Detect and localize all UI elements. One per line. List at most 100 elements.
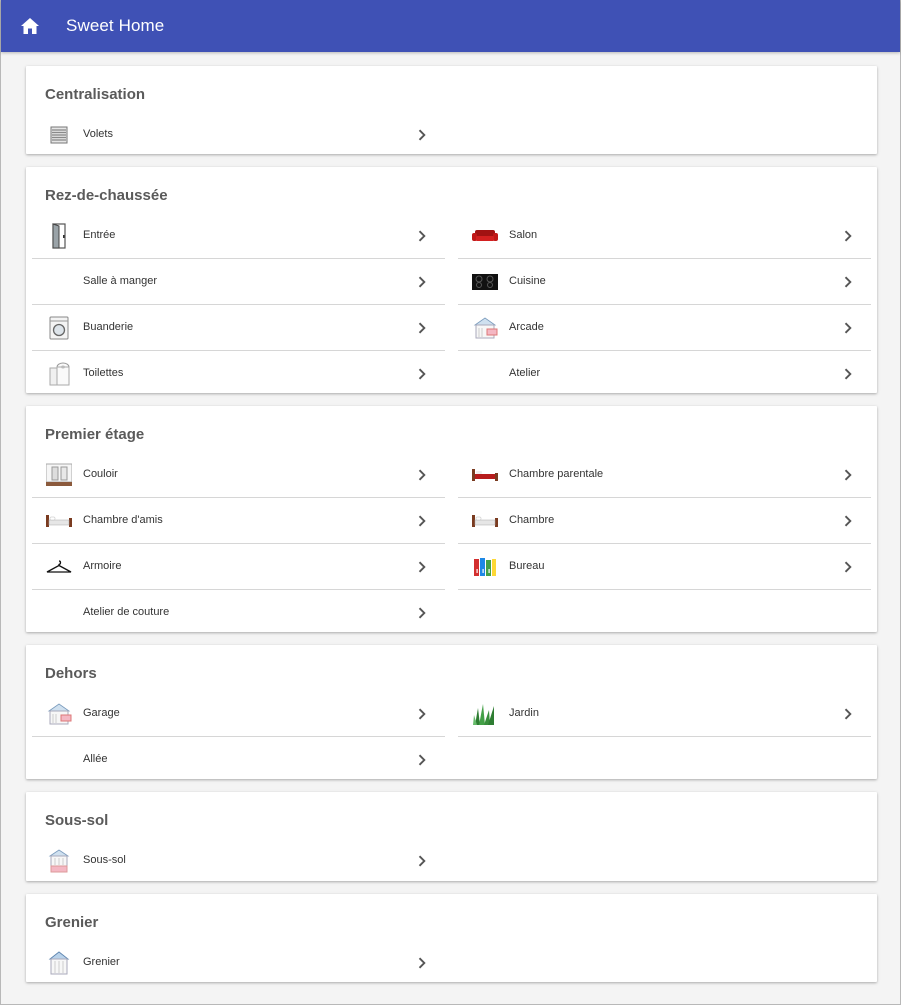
home-icon: [21, 18, 39, 34]
room-item-couloir[interactable]: Couloir: [32, 452, 445, 498]
section-card-centralisation: Centralisation Volets: [26, 66, 877, 154]
room-item-atelier[interactable]: Atelier: [458, 351, 871, 397]
room-item-cuisine[interactable]: Cuisine: [458, 259, 871, 305]
room-label: Entrée: [83, 229, 116, 241]
house-icon: [471, 314, 499, 342]
room-item-chambre-parentale[interactable]: Chambre parentale: [458, 452, 871, 498]
room-item-sous-sol[interactable]: Sous-sol: [32, 838, 445, 884]
room-item-toilettes[interactable]: Toilettes: [32, 351, 445, 397]
chevron-right-icon: [418, 469, 426, 481]
chevron-right-icon: [418, 368, 426, 380]
room-label: Jardin: [509, 707, 539, 719]
section-card-etage: Premier étage Couloir Chambre parentale Cha…: [26, 406, 877, 632]
chevron-right-icon: [844, 469, 852, 481]
chevron-right-icon: [844, 322, 852, 334]
chevron-right-icon: [418, 607, 426, 619]
room-item-armoire[interactable]: Armoire: [32, 544, 445, 590]
binders-icon: [471, 553, 499, 581]
door-icon: [45, 222, 73, 250]
blank-icon: [45, 746, 73, 774]
room-item-garage[interactable]: Garage: [32, 691, 445, 737]
section-card-rdc: Rez-de-chaussée Entrée Salon Salle à manger…: [26, 167, 877, 393]
room-item-buanderie[interactable]: Buanderie: [32, 305, 445, 351]
room-label: Chambre parentale: [509, 468, 604, 480]
chevron-right-icon: [418, 230, 426, 242]
room-item-entree[interactable]: Entrée: [32, 213, 445, 259]
section-title: Dehors: [45, 665, 97, 682]
double-bed-icon: [471, 461, 499, 489]
cooktop-icon: [471, 268, 499, 296]
room-item-chambre[interactable]: Chambre: [458, 498, 871, 544]
room-label: Allée: [83, 753, 108, 765]
room-label: Volets: [83, 128, 113, 140]
chevron-right-icon: [844, 368, 852, 380]
room-item-salon[interactable]: Salon: [458, 213, 871, 259]
house-attic-icon: [45, 949, 73, 977]
chevron-right-icon: [418, 129, 426, 141]
chevron-right-icon: [418, 754, 426, 766]
shutter-icon: [45, 121, 73, 149]
chevron-right-icon: [418, 515, 426, 527]
room-item-salle-a-manger[interactable]: Salle à manger: [32, 259, 445, 305]
section-card-sous-sol: Sous-sol Sous-sol: [26, 792, 877, 881]
chevron-right-icon: [418, 855, 426, 867]
room-label: Garage: [83, 707, 120, 719]
chevron-right-icon: [844, 708, 852, 720]
home-button[interactable]: [19, 15, 41, 37]
room-label: Cuisine: [509, 275, 546, 287]
section-title: Premier étage: [45, 426, 145, 443]
blank-icon: [45, 268, 73, 296]
hallway-icon: [45, 461, 73, 489]
bed-icon: [45, 507, 73, 535]
chevron-right-icon: [418, 322, 426, 334]
room-item-grenier[interactable]: Grenier: [32, 940, 445, 986]
section-card-dehors: Dehors Garage Jardin Allée: [26, 645, 877, 779]
house-icon: [45, 700, 73, 728]
room-label: Bureau: [509, 560, 545, 572]
room-label: Atelier de couture: [83, 606, 170, 618]
room-label: Salon: [509, 229, 538, 241]
room-item-jardin[interactable]: Jardin: [458, 691, 871, 737]
hanger-icon: [45, 553, 73, 581]
toilet-paper-icon: [45, 360, 73, 388]
blank-icon: [471, 360, 499, 388]
room-item-volets[interactable]: Volets: [32, 112, 445, 158]
chevron-right-icon: [418, 276, 426, 288]
room-label: Chambre d'amis: [83, 514, 163, 526]
bed-icon: [471, 507, 499, 535]
chevron-right-icon: [418, 708, 426, 720]
room-label: Chambre: [509, 514, 555, 526]
room-item-arcade[interactable]: Arcade: [458, 305, 871, 351]
room-label: Arcade: [509, 321, 544, 333]
section-title: Centralisation: [45, 86, 146, 103]
section-title: Rez-de-chaussée: [45, 187, 168, 204]
chevron-right-icon: [844, 561, 852, 573]
chevron-right-icon: [418, 561, 426, 573]
chevron-right-icon: [418, 957, 426, 969]
section-card-grenier: Grenier Grenier: [26, 894, 877, 982]
room-item-atelier-couture[interactable]: Atelier de couture: [32, 590, 445, 636]
chevron-right-icon: [844, 230, 852, 242]
room-label: Sous-sol: [83, 854, 126, 866]
section-title: Grenier: [45, 914, 99, 931]
room-item-chambre-amis[interactable]: Chambre d'amis: [32, 498, 445, 544]
app-title: Sweet Home: [66, 16, 165, 35]
room-label: Buanderie: [83, 321, 134, 333]
room-item-bureau[interactable]: Bureau: [458, 544, 871, 590]
room-label: Couloir: [83, 468, 118, 480]
app-bar: Sweet Home: [1, 0, 900, 52]
room-label: Armoire: [83, 560, 122, 572]
room-label: Salle à manger: [83, 275, 157, 287]
room-item-allee[interactable]: Allée: [32, 737, 445, 783]
sofa-icon: [471, 222, 499, 250]
house-basement-icon: [45, 847, 73, 875]
room-label: Toilettes: [83, 367, 124, 379]
blank-icon: [45, 599, 73, 627]
room-label: Atelier: [509, 367, 541, 379]
washing-machine-icon: [45, 314, 73, 342]
chevron-right-icon: [844, 515, 852, 527]
room-label: Grenier: [83, 956, 120, 968]
section-title: Sous-sol: [45, 812, 109, 829]
grass-icon: [471, 700, 499, 728]
chevron-right-icon: [844, 276, 852, 288]
